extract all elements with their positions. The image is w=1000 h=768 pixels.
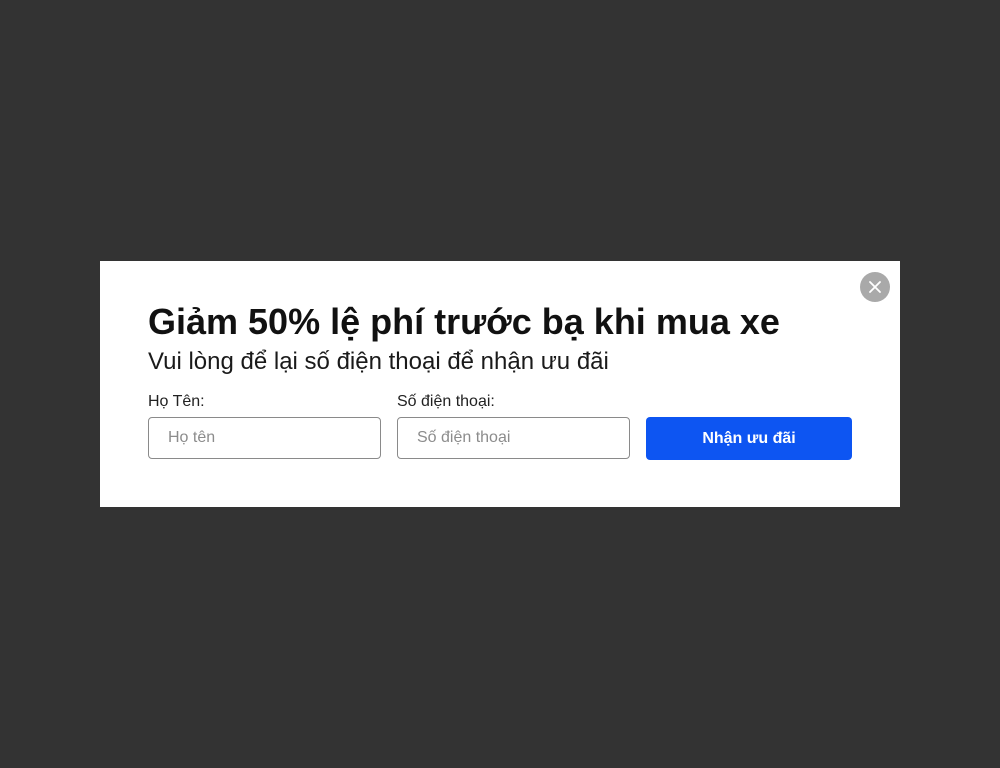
phone-label: Số điện thoại: [397,393,495,410]
phone-field-group: Số điện thoại: [397,393,630,459]
close-button[interactable] [860,272,890,302]
close-icon [869,281,881,293]
page-backdrop: { "modal": { "title": "Giảm 50% lệ phí t… [0,0,1000,768]
phone-input[interactable] [397,417,630,459]
name-field-group: Họ Tên: [148,393,381,459]
lead-form: Họ Tên: Số điện thoại: Nhận ưu đãi [148,393,852,460]
get-offer-button[interactable]: Nhận ưu đãi [646,417,852,460]
modal-subtitle: Vui lòng để lại số điện thoại để nhận ưu… [148,348,609,375]
modal-title: Giảm 50% lệ phí trước bạ khi mua xe [148,301,780,342]
name-input[interactable] [148,417,381,459]
promo-modal: Giảm 50% lệ phí trước bạ khi mua xe Vui … [100,261,900,507]
name-label: Họ Tên: [148,393,205,410]
